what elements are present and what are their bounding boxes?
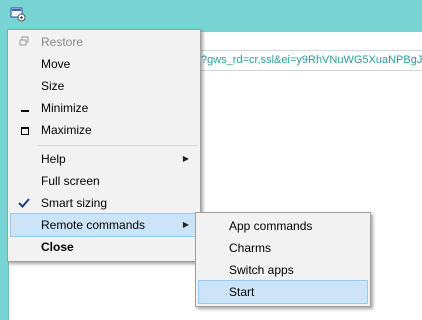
submenu-item-start[interactable]: Start: [198, 280, 368, 304]
menu-item-label: Smart sizing: [41, 196, 108, 210]
submenu-item-charms[interactable]: Charms: [199, 237, 367, 259]
submenu-arrow-icon: ▶: [182, 220, 189, 229]
remote-desktop-window-icon[interactable]: [10, 6, 26, 22]
submenu-item-label: Start: [229, 285, 255, 299]
submenu-item-switch-apps[interactable]: Switch apps: [199, 259, 367, 281]
menu-item-label: Move: [41, 57, 71, 71]
menu-item-label: Maximize: [41, 123, 92, 137]
submenu-item-label: Charms: [229, 241, 272, 255]
menu-item-size[interactable]: Size: [11, 75, 197, 97]
remote-commands-submenu: App commands Charms Switch apps Start: [195, 212, 371, 307]
menu-item-label: Size: [41, 79, 65, 93]
menu-item-label: Remote commands: [41, 218, 146, 232]
submenu-arrow-icon: ▶: [182, 154, 189, 163]
menu-item-close[interactable]: Close: [11, 236, 197, 258]
submenu-item-label: App commands: [229, 219, 313, 233]
menu-item-restore[interactable]: Restore: [11, 31, 197, 53]
system-menu: Restore Move Size Minimize Maximize Help…: [7, 29, 201, 262]
menu-item-move[interactable]: Move: [11, 53, 197, 75]
menu-item-label: Full screen: [41, 174, 100, 188]
menu-item-label: Minimize: [41, 101, 89, 115]
menu-item-minimize[interactable]: Minimize: [11, 97, 197, 119]
minimize-icon: [21, 110, 29, 112]
menu-item-remote-commands[interactable]: Remote commands ▶: [10, 213, 198, 237]
menu-item-label: Close: [41, 240, 74, 254]
submenu-item-app-commands[interactable]: App commands: [199, 215, 367, 237]
menu-item-help[interactable]: Help ▶: [11, 148, 197, 170]
menu-item-label: Restore: [41, 35, 84, 49]
checkmark-icon: [17, 196, 31, 210]
address-bar-url: ?gws_rd=cr,ssl&ei=y9RhVNuWG5XuaNPBgJgC: [201, 54, 422, 66]
menu-item-label: Help: [41, 152, 66, 166]
menu-item-full-screen[interactable]: Full screen: [11, 170, 197, 192]
restore-icon: [17, 35, 31, 49]
menu-item-smart-sizing[interactable]: Smart sizing: [11, 192, 197, 214]
submenu-item-label: Switch apps: [229, 263, 294, 277]
menu-item-maximize[interactable]: Maximize: [11, 119, 197, 141]
maximize-icon: [21, 127, 29, 135]
menu-separator: [38, 145, 197, 146]
